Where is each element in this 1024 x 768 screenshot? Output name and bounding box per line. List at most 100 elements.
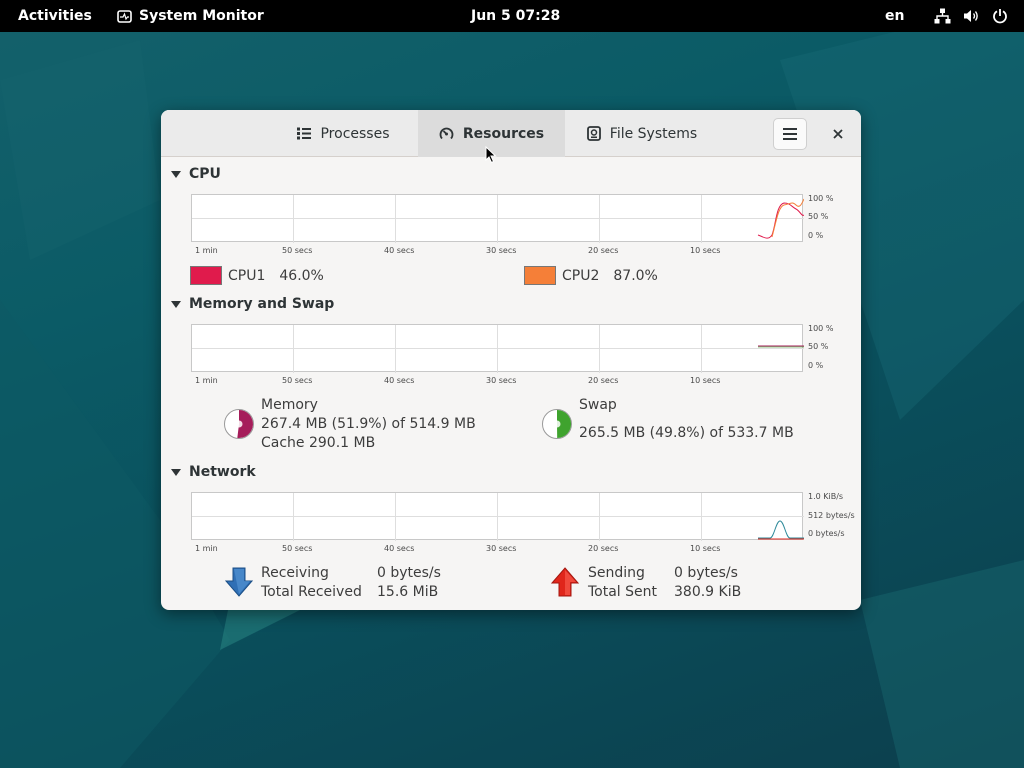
sending-values: 0 bytes/s 380.9 KiB: [674, 564, 741, 602]
memory-pie-chart[interactable]: [223, 408, 255, 440]
network-graph-canvas: [192, 493, 804, 541]
y-label: 100 %: [808, 324, 834, 333]
cpu-section-header[interactable]: CPU: [171, 166, 221, 182]
expander-arrow-icon: [171, 300, 181, 308]
close-icon: [833, 129, 843, 139]
mouse-pointer-icon: [485, 146, 497, 164]
network-y-axis: 1.0 KiB/s 512 bytes/s 0 bytes/s: [808, 492, 861, 542]
y-label: 512 bytes/s: [808, 511, 855, 520]
receiving-values: 0 bytes/s 15.6 MiB: [377, 564, 441, 602]
expander-arrow-icon: [171, 170, 181, 178]
list-icon: [297, 127, 312, 140]
total-sent-label: Total Sent: [588, 584, 658, 600]
time-label: 30 secs: [486, 544, 517, 553]
time-label: 10 secs: [690, 376, 721, 385]
sending-label: Sending: [588, 565, 645, 581]
memory-cache: Cache 290.1 MB: [261, 435, 376, 451]
cpu2-color-button[interactable]: [524, 266, 556, 285]
memory-section-header[interactable]: Memory and Swap: [171, 296, 334, 312]
power-icon: [993, 9, 1007, 24]
total-received-label: Total Received: [261, 584, 362, 600]
gauge-icon: [439, 127, 454, 140]
app-menu-button[interactable]: System Monitor: [117, 0, 264, 32]
cpu-history-graph: [191, 194, 804, 243]
cpu1-label: CPU1: [228, 267, 266, 284]
sending-value: 0 bytes/s: [674, 565, 738, 581]
sending-info: Sending Total Sent: [588, 564, 657, 602]
memory-label: Memory: [261, 397, 318, 413]
time-label: 40 secs: [384, 246, 415, 255]
tab-resources-label: Resources: [462, 125, 545, 142]
memory-info: Memory 267.4 MB (51.9%) of 514.9 MB Cach…: [261, 396, 476, 453]
receiving-label: Receiving: [261, 565, 329, 581]
cpu-graph-canvas: [192, 195, 804, 243]
total-sent-value: 380.9 KiB: [674, 584, 742, 600]
total-received-value: 15.6 MiB: [377, 584, 439, 600]
receiving-line: [758, 520, 804, 539]
time-label: 1 min: [195, 246, 218, 255]
y-label: 100 %: [808, 194, 834, 203]
cpu-time-axis: 1 min 50 secs 40 secs 30 secs 20 secs 10…: [191, 246, 811, 258]
swap-pie-chart[interactable]: [541, 408, 573, 440]
hamburger-menu-icon: [783, 128, 797, 140]
system-monitor-window: Processes Resources File Systems CPU 1 m…: [161, 110, 861, 610]
time-label: 20 secs: [588, 246, 619, 255]
tab-file-systems-label: File Systems: [609, 125, 698, 142]
y-label: 0 bytes/s: [808, 529, 845, 538]
cpu2-label: CPU2: [562, 267, 600, 284]
main-menu-button[interactable]: [773, 118, 807, 150]
disk-icon: [586, 126, 601, 141]
swap-info: Swap 265.5 MB (49.8%) of 533.7 MB: [579, 396, 794, 443]
memory-section-title: Memory and Swap: [189, 296, 335, 312]
time-label: 10 secs: [690, 544, 721, 553]
memory-history-graph: [191, 324, 804, 373]
tab-file-systems[interactable]: File Systems: [573, 110, 711, 157]
time-label: 50 secs: [282, 376, 313, 385]
cpu2-legend: CPU2 87.0%: [524, 266, 658, 285]
time-label: 50 secs: [282, 246, 313, 255]
y-label: 0 %: [808, 361, 824, 370]
header-bar: Processes Resources File Systems: [161, 110, 861, 157]
time-label: 10 secs: [690, 246, 721, 255]
network-history-graph: [191, 492, 804, 541]
cpu1-value: 46.0%: [279, 267, 324, 284]
language-indicator[interactable]: en: [885, 0, 904, 32]
clock-button[interactable]: Jun 5 07:28: [471, 0, 560, 32]
top-bar: Activities System Monitor Jun 5 07:28 en: [0, 0, 1024, 32]
receiving-info: Receiving Total Received: [261, 564, 362, 602]
time-label: 20 secs: [588, 544, 619, 553]
swap-usage: 265.5 MB (49.8%) of 533.7 MB: [579, 425, 794, 441]
receiving-value: 0 bytes/s: [377, 565, 441, 581]
app-menu-label: System Monitor: [139, 8, 264, 24]
time-label: 40 secs: [384, 376, 415, 385]
expander-arrow-icon: [171, 468, 181, 476]
swap-label: Swap: [579, 397, 617, 413]
time-label: 1 min: [195, 376, 218, 385]
sending-arrow-icon[interactable]: [551, 567, 579, 597]
time-label: 50 secs: [282, 544, 313, 553]
tab-processes-label: Processes: [320, 125, 390, 142]
memory-usage: 267.4 MB (51.9%) of 514.9 MB: [261, 416, 476, 432]
network-icon: [934, 8, 951, 24]
volume-icon: [964, 10, 978, 22]
memory-graph-canvas: [192, 325, 804, 373]
network-section-header[interactable]: Network: [171, 464, 256, 480]
time-label: 30 secs: [486, 376, 517, 385]
time-label: 20 secs: [588, 376, 619, 385]
activities-button[interactable]: Activities: [18, 0, 92, 32]
cpu1-color-button[interactable]: [190, 266, 222, 285]
receiving-arrow-icon[interactable]: [225, 567, 253, 597]
time-label: 1 min: [195, 544, 218, 553]
memory-y-axis: 100 % 50 % 0 %: [808, 324, 861, 374]
cpu-y-axis: 100 % 50 % 0 %: [808, 194, 861, 244]
y-label: 50 %: [808, 212, 829, 221]
tab-processes[interactable]: Processes: [281, 110, 406, 157]
network-section-title: Network: [189, 464, 256, 480]
system-monitor-icon: [117, 9, 132, 23]
cpu1-legend: CPU1 46.0%: [190, 266, 324, 285]
y-label: 1.0 KiB/s: [808, 492, 844, 501]
close-button[interactable]: [826, 122, 850, 146]
y-label: 0 %: [808, 231, 824, 240]
system-status-menu[interactable]: [934, 0, 1008, 32]
network-time-axis: 1 min 50 secs 40 secs 30 secs 20 secs 10…: [191, 544, 811, 556]
